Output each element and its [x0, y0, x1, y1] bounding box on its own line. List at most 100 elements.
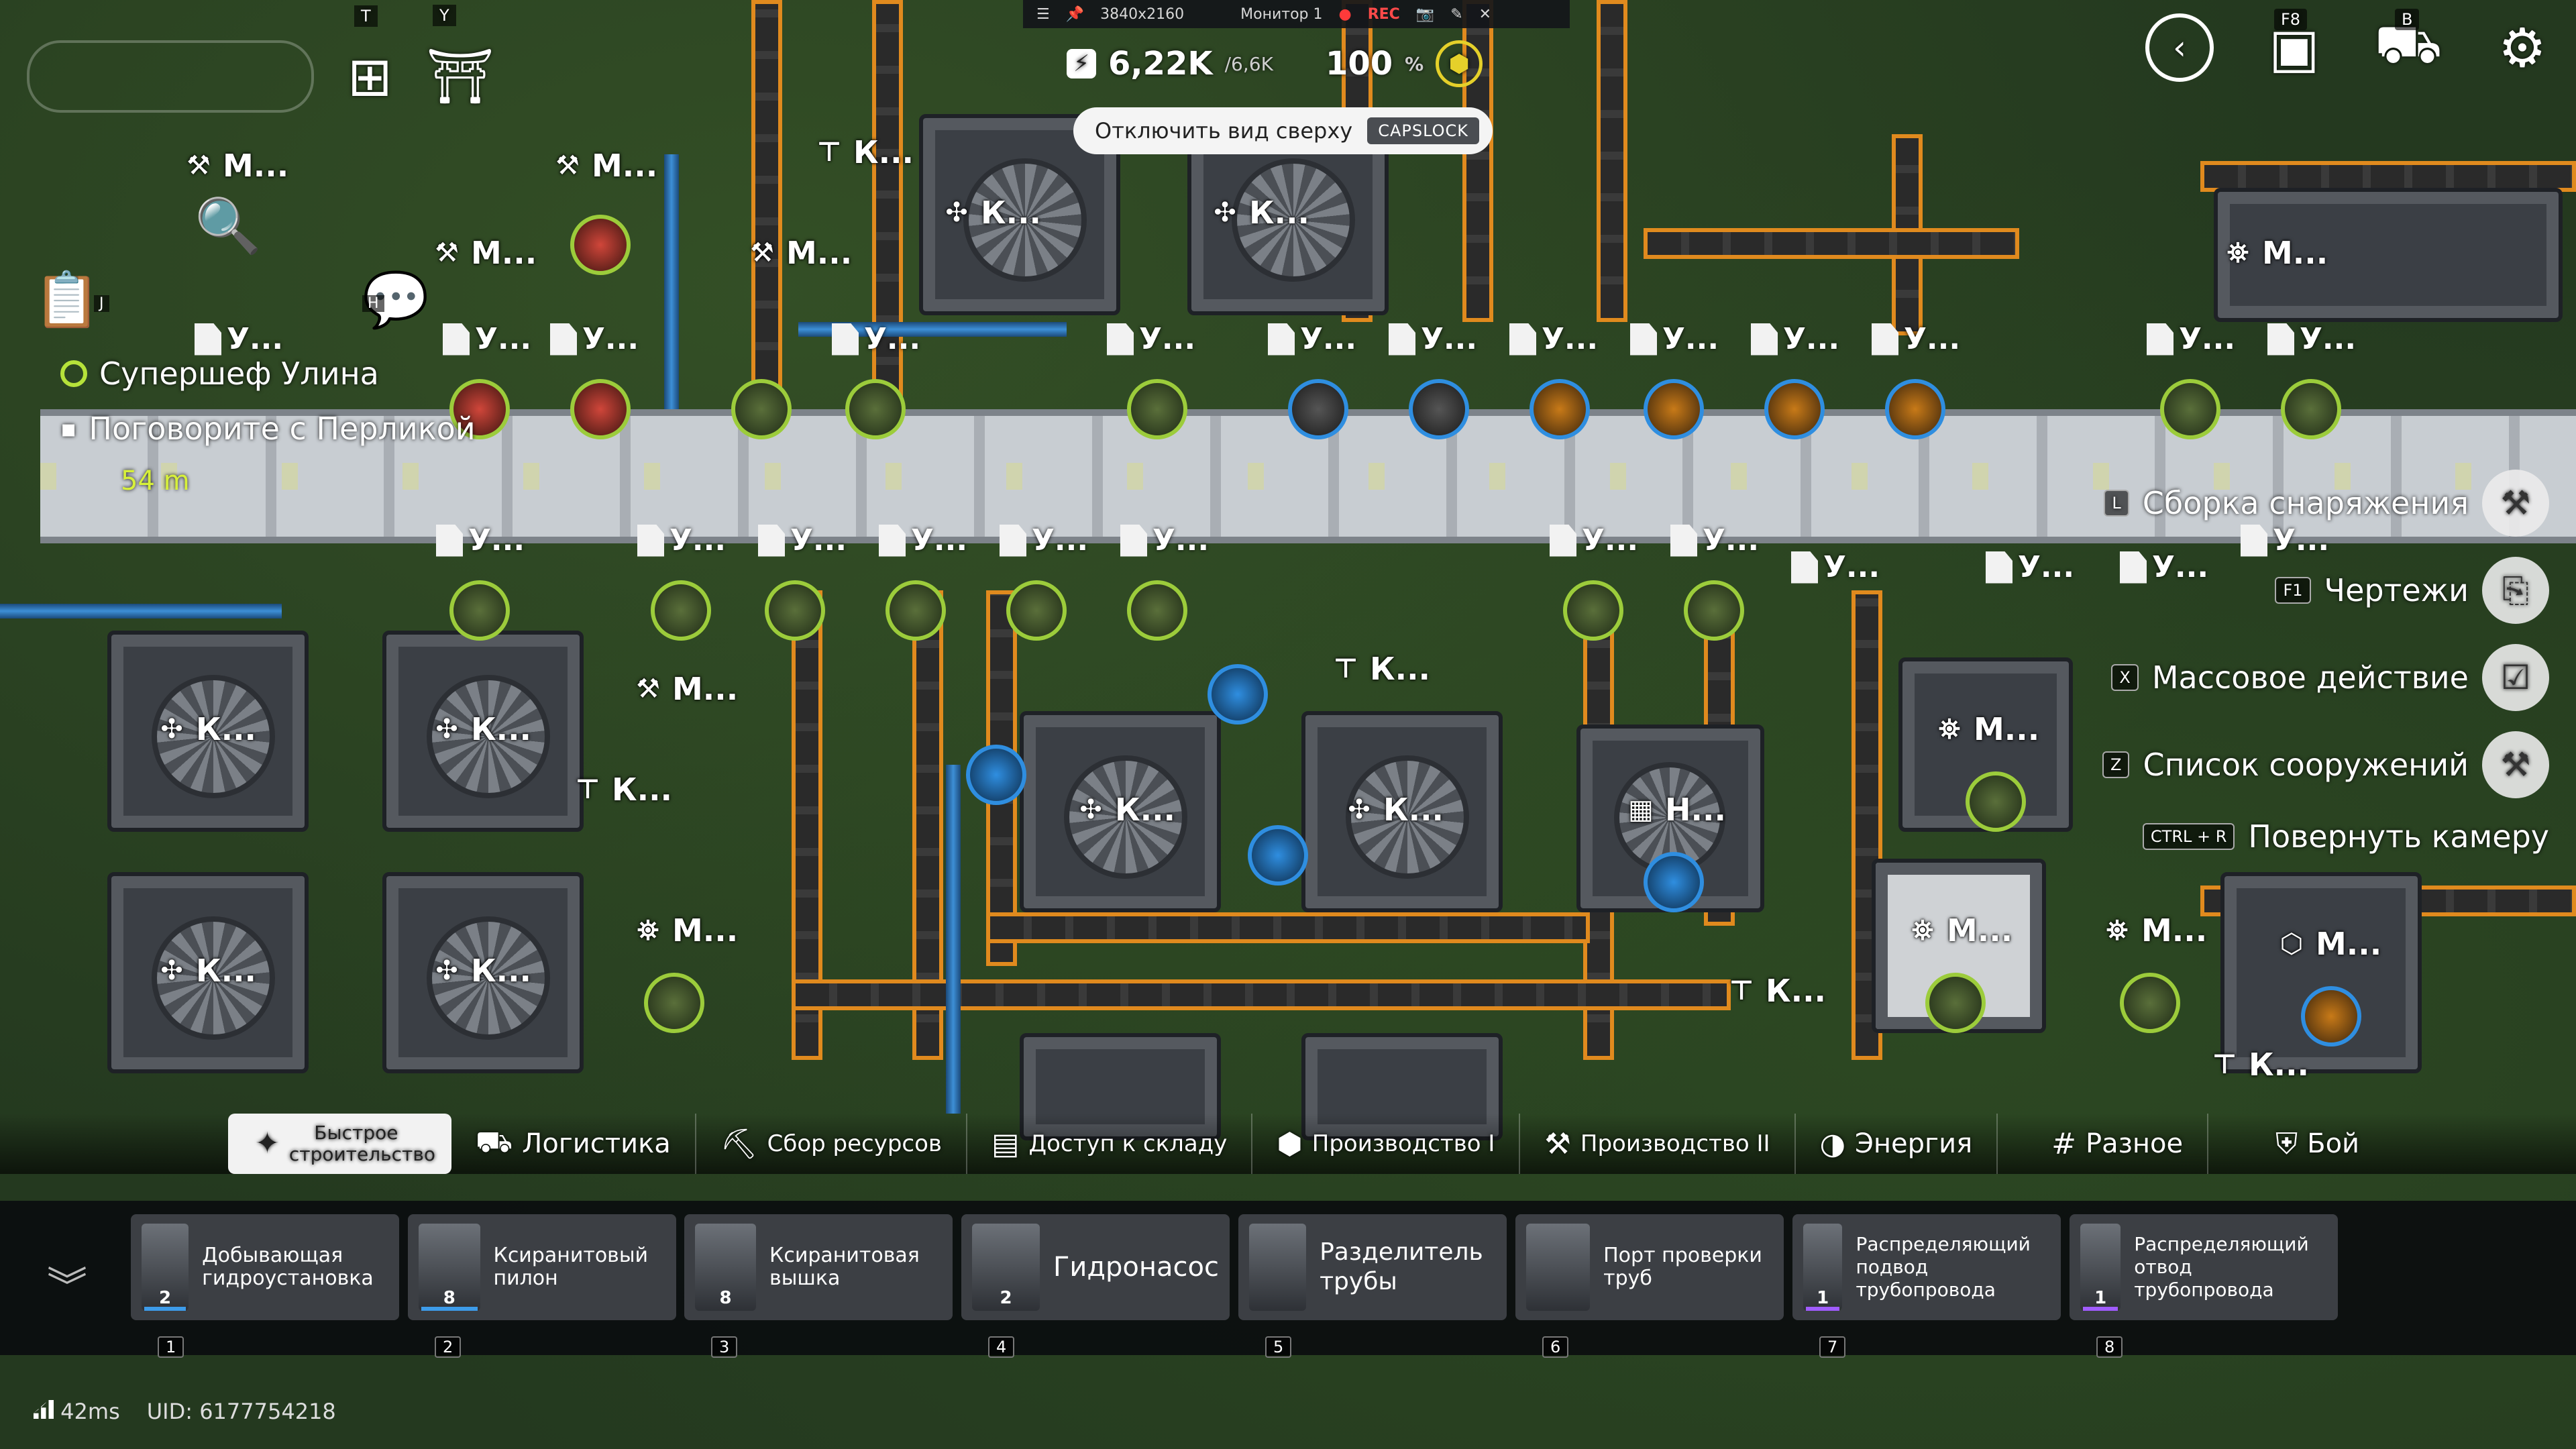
- item-node[interactable]: [1885, 379, 1945, 439]
- item-node[interactable]: [1127, 580, 1187, 641]
- close-icon[interactable]: ✕: [1479, 6, 1491, 23]
- menu-building-list[interactable]: Z Список сооружений ⚒: [2102, 731, 2549, 798]
- hotbar-slot[interactable]: Порт проверки труб 6: [1515, 1214, 1784, 1358]
- pylon-icon: 8: [419, 1224, 480, 1311]
- search-pill[interactable]: [27, 40, 314, 113]
- menu-gear-assembly[interactable]: L Сборка снаряжения ⚒: [2104, 470, 2549, 537]
- tower-icon: 8: [695, 1224, 757, 1311]
- water-pipe: [0, 604, 282, 619]
- tech-tree-icon[interactable]: ⊞ T: [347, 5, 392, 108]
- item-node[interactable]: [570, 215, 631, 275]
- menu-mass-action[interactable]: X Массовое действие ☑: [2111, 644, 2549, 711]
- collapse-chevron-icon[interactable]: ︾: [47, 1254, 87, 1313]
- resolution-label: 3840x2160: [1100, 5, 1185, 23]
- machine-label: ⊤ К...: [2207, 1046, 2309, 1083]
- hotbar-slot[interactable]: 1 Распределяющий подвод трубопровода 7: [1792, 1214, 2061, 1358]
- item-node[interactable]: [1006, 580, 1067, 641]
- chat-icon[interactable]: 💬 H: [362, 268, 429, 331]
- rec-label: REC: [1367, 5, 1400, 23]
- item-node[interactable]: [885, 580, 946, 641]
- top-view-label: Отключить вид сверху: [1095, 118, 1353, 144]
- menu-icon[interactable]: ☰: [1036, 6, 1050, 23]
- tab-combat[interactable]: ⛨ Бой: [2208, 1114, 2383, 1174]
- camera-icon[interactable]: 📷: [1416, 6, 1434, 23]
- gear-assembly-icon[interactable]: ⚒: [2482, 470, 2549, 537]
- settings-gear-icon[interactable]: ⚙: [2489, 14, 2556, 81]
- monitor-label[interactable]: Монитор 1: [1240, 6, 1322, 23]
- item-node[interactable]: [845, 379, 906, 439]
- menu-rotate-camera[interactable]: CTRL + R Повернуть камеру: [2142, 818, 2549, 855]
- item-node[interactable]: [2120, 973, 2180, 1033]
- menu-blueprints[interactable]: F1 Чертежи ⎘: [2275, 557, 2549, 624]
- item-node[interactable]: [1563, 580, 1623, 641]
- machine-label: ⛯ М...: [631, 912, 738, 949]
- tool-icon: ⚒: [435, 237, 459, 268]
- loader-label: У...: [879, 523, 967, 557]
- slot-name: Гидронасос: [1053, 1252, 1219, 1283]
- unloader-label: У...: [1107, 322, 1195, 356]
- building-list-icon[interactable]: ⚒: [2482, 731, 2549, 798]
- blueprint-book-icon[interactable]: ▣ F8: [2261, 9, 2328, 81]
- tab-resource-gathering[interactable]: ⛏ Сбор ресурсов: [696, 1114, 967, 1174]
- mass-action-icon[interactable]: ☑: [2482, 644, 2549, 711]
- item-node[interactable]: [2301, 986, 2361, 1046]
- item-node[interactable]: [731, 379, 792, 439]
- structures-icon[interactable]: ⛩ Y: [426, 5, 494, 108]
- quest-tracker[interactable]: Супершеф Улина ▪ Поговорите с Перликой 54…: [60, 356, 476, 496]
- inspect-icon[interactable]: 🔍: [195, 195, 262, 258]
- item-node[interactable]: [449, 580, 510, 641]
- tab-production-2[interactable]: ⚒ Производство II: [1520, 1114, 1796, 1174]
- tab-logistics[interactable]: ⛟ Логистика: [451, 1114, 696, 1174]
- water-node[interactable]: [1644, 852, 1704, 912]
- water-node[interactable]: [1248, 825, 1308, 885]
- item-node[interactable]: [1288, 379, 1348, 439]
- item-node[interactable]: [1127, 379, 1187, 439]
- hotbar-slot[interactable]: 8 Ксиранитовый пилон 2: [408, 1214, 676, 1358]
- item-node[interactable]: [1966, 771, 2026, 832]
- item-node[interactable]: [765, 580, 825, 641]
- tab-misc[interactable]: # Разное: [1998, 1114, 2209, 1174]
- tab-quick-build[interactable]: ✦ Быстрое строительство: [228, 1114, 451, 1174]
- item-node[interactable]: [2160, 379, 2220, 439]
- hotbar-slot[interactable]: 2 Гидронасос 4: [961, 1214, 1230, 1358]
- slot-name: Порт проверки труб: [1603, 1244, 1762, 1290]
- capslock-key: CAPSLOCK: [1367, 117, 1479, 144]
- tab-energy[interactable]: ◑ Энергия: [1796, 1114, 1998, 1174]
- build-mode-icon[interactable]: ⛟ B: [2375, 9, 2442, 81]
- slot-number: 2: [435, 1336, 462, 1358]
- water-node[interactable]: [1208, 664, 1268, 724]
- item-node[interactable]: [2281, 379, 2341, 439]
- item-node[interactable]: [651, 580, 711, 641]
- fan-icon: ✣: [1079, 794, 1102, 825]
- blueprint-icon[interactable]: ⎘: [2482, 557, 2549, 624]
- machine-label: ▦ Н...: [1623, 792, 1726, 828]
- item-node[interactable]: [1529, 379, 1590, 439]
- item-node[interactable]: [570, 379, 631, 439]
- hotbar-slot[interactable]: 1 Распределяющий отвод трубопровода 8: [2070, 1214, 2338, 1358]
- item-node[interactable]: [1925, 973, 1986, 1033]
- side-menu: L Сборка снаряжения ⚒ F1 Чертежи ⎘ X Мас…: [2102, 470, 2549, 855]
- badge-icon[interactable]: ⬢: [1436, 40, 1483, 87]
- tab-storage-access[interactable]: ▤ Доступ к складу: [967, 1114, 1253, 1174]
- water-node[interactable]: [966, 745, 1026, 805]
- unloader-label: У...: [832, 322, 920, 356]
- slot-number: 5: [1265, 1336, 1292, 1358]
- record-icon[interactable]: ●: [1339, 6, 1352, 23]
- top-view-toggle[interactable]: Отключить вид сверху CAPSLOCK: [1073, 107, 1493, 154]
- pylon-icon: ⊤: [575, 774, 600, 805]
- item-node[interactable]: [1684, 580, 1744, 641]
- pin-icon[interactable]: 📌: [1066, 6, 1084, 23]
- item-node[interactable]: [1764, 379, 1825, 439]
- top-right-tools: ‹ ▣ F8 ⛟ B ⚙: [2145, 9, 2556, 82]
- hotbar-slot[interactable]: 2 Добывающая гидроустановка 1: [131, 1214, 399, 1358]
- notes-icon[interactable]: 📋 J: [34, 268, 109, 331]
- hotbar-slot[interactable]: Разделитель трубы 5: [1238, 1214, 1507, 1358]
- pen-icon[interactable]: ✎: [1450, 6, 1462, 23]
- fan-icon: ✣: [160, 955, 183, 986]
- item-node[interactable]: [1644, 379, 1704, 439]
- item-node[interactable]: [1409, 379, 1469, 439]
- back-icon[interactable]: ‹: [2145, 13, 2214, 82]
- item-node[interactable]: [644, 973, 704, 1033]
- tab-production-1[interactable]: ⬢ Производство I: [1252, 1114, 1521, 1174]
- hotbar-slot[interactable]: 8 Ксиранитовая вышка 3: [684, 1214, 953, 1358]
